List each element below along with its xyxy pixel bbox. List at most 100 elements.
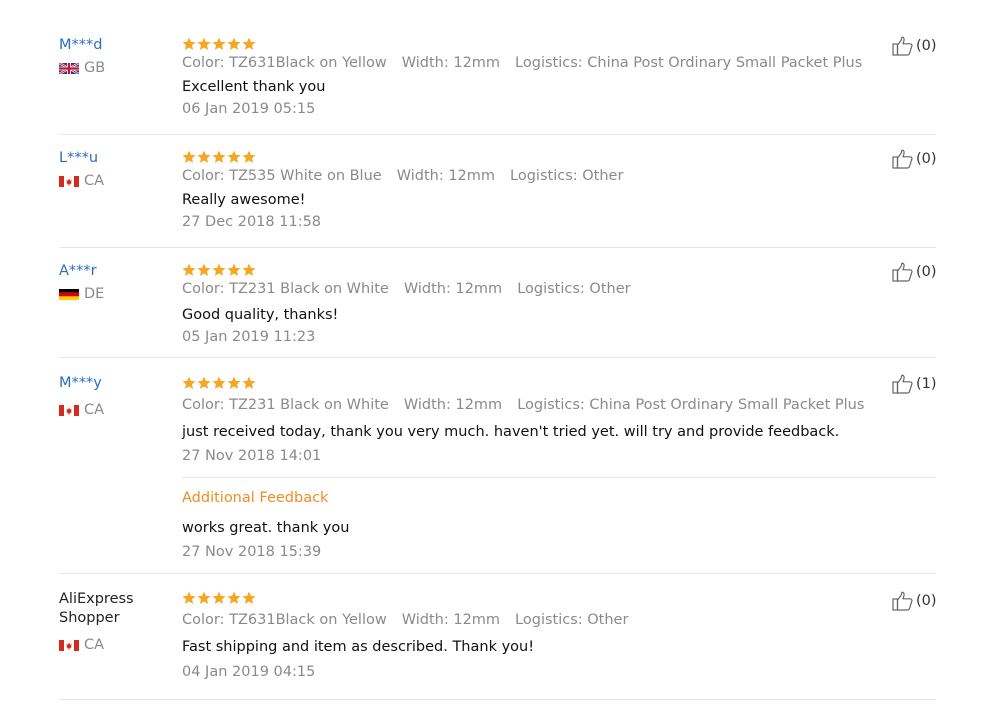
review-content: Fast shipping and item as described. Tha… bbox=[182, 639, 535, 655]
review-date: 06 Jan 2019 05:15 bbox=[182, 101, 316, 117]
helpful-count: (0) bbox=[916, 264, 937, 280]
flag-de-icon bbox=[59, 288, 79, 300]
attr-color: Color: TZ631Black on Yellow bbox=[182, 55, 387, 71]
star-rating bbox=[182, 263, 256, 277]
star-icon bbox=[182, 591, 196, 604]
attr-logistics: Logistics: Other bbox=[510, 168, 624, 184]
star-icon bbox=[227, 591, 241, 604]
review-content: Excellent thank you bbox=[182, 79, 326, 95]
star-icon bbox=[197, 591, 211, 604]
star-icon bbox=[242, 150, 256, 163]
star-icon bbox=[182, 376, 196, 389]
star-rating bbox=[182, 591, 256, 605]
star-icon bbox=[242, 591, 256, 604]
star-icon bbox=[242, 263, 256, 276]
thumbs-up-icon bbox=[892, 374, 913, 394]
buyer-name[interactable]: M***d bbox=[59, 36, 169, 55]
attr-logistics: Logistics: Other bbox=[515, 612, 629, 628]
helpful-button[interactable]: (0) bbox=[892, 149, 937, 169]
product-attributes: Color: TZ631Black on Yellow Width: 12mm Lo… bbox=[182, 612, 643, 628]
star-icon bbox=[242, 37, 256, 50]
star-icon bbox=[182, 150, 196, 163]
flag-ca-icon bbox=[59, 639, 79, 651]
star-icon bbox=[182, 263, 196, 276]
star-icon bbox=[212, 376, 226, 389]
attr-color: Color: TZ231 Black on White bbox=[182, 281, 389, 297]
buyer-country: CA bbox=[59, 402, 104, 418]
product-attributes: Color: TZ231 Black on White Width: 12mm Lo… bbox=[182, 281, 646, 297]
attr-color: Color: TZ231 Black on White bbox=[182, 397, 389, 413]
thumbs-up-icon bbox=[892, 591, 913, 611]
divider bbox=[59, 573, 936, 574]
attr-width: Width: 12mm bbox=[403, 397, 503, 413]
star-icon bbox=[227, 263, 241, 276]
country-code: CA bbox=[84, 637, 105, 653]
helpful-count: (0) bbox=[916, 151, 937, 167]
star-icon bbox=[242, 376, 256, 389]
thumbs-up-icon bbox=[892, 36, 913, 56]
country-code: CA bbox=[84, 402, 105, 418]
divider bbox=[59, 247, 936, 248]
helpful-button[interactable]: (0) bbox=[892, 36, 937, 56]
buyer-name: AliExpress Shopper bbox=[59, 591, 134, 626]
review-date: 04 Jan 2019 04:15 bbox=[182, 664, 316, 680]
helpful-button[interactable]: (0) bbox=[892, 262, 937, 282]
star-icon bbox=[212, 37, 226, 50]
flag-gb-icon bbox=[59, 62, 79, 74]
helpful-count: (0) bbox=[916, 593, 937, 609]
attr-logistics: Logistics: Other bbox=[517, 281, 631, 297]
divider bbox=[182, 477, 936, 478]
attr-width: Width: 12mm bbox=[401, 612, 501, 628]
star-icon bbox=[212, 263, 226, 276]
product-attributes: Color: TZ631Black on Yellow Width: 12mm Lo… bbox=[182, 55, 877, 71]
star-icon bbox=[197, 376, 211, 389]
review-content: just received today, thank you very much… bbox=[182, 424, 840, 440]
helpful-button[interactable]: (0) bbox=[892, 591, 937, 611]
additional-feedback-content: works great. thank you bbox=[182, 520, 350, 536]
buyer-country: DE bbox=[59, 286, 104, 302]
star-icon bbox=[227, 37, 241, 50]
star-rating bbox=[182, 376, 256, 390]
flag-ca-icon bbox=[59, 404, 79, 416]
product-attributes: Color: TZ535 White on Blue Width: 12mm Log… bbox=[182, 168, 638, 184]
divider bbox=[59, 134, 936, 135]
product-attributes: Color: TZ231 Black on White Width: 12mm Lo… bbox=[182, 397, 879, 413]
star-icon bbox=[212, 150, 226, 163]
additional-feedback-date: 27 Nov 2018 15:39 bbox=[182, 544, 322, 560]
buyer-name[interactable]: A***r bbox=[59, 262, 169, 281]
buyer-country: CA bbox=[59, 173, 104, 189]
review-content: Really awesome! bbox=[182, 192, 306, 208]
star-icon bbox=[227, 150, 241, 163]
country-code: CA bbox=[84, 173, 105, 189]
review-date: 05 Jan 2019 11:23 bbox=[182, 329, 316, 345]
attr-width: Width: 12mm bbox=[401, 55, 501, 71]
attr-logistics: Logistics: China Post Ordinary Small Pac… bbox=[515, 55, 863, 71]
review-date: 27 Nov 2018 14:01 bbox=[182, 448, 322, 464]
star-icon bbox=[182, 37, 196, 50]
attr-width: Width: 12mm bbox=[396, 168, 496, 184]
star-icon bbox=[197, 263, 211, 276]
buyer-country: CA bbox=[59, 637, 104, 653]
country-code: GB bbox=[84, 60, 106, 76]
divider bbox=[59, 699, 936, 700]
buyer-name[interactable]: M***y bbox=[59, 374, 169, 393]
attr-logistics: Logistics: China Post Ordinary Small Pac… bbox=[517, 397, 865, 413]
helpful-count: (1) bbox=[916, 376, 937, 392]
thumbs-up-icon bbox=[892, 262, 913, 282]
review-content: Good quality, thanks! bbox=[182, 307, 339, 323]
star-icon bbox=[197, 150, 211, 163]
buyer-name[interactable]: L***u bbox=[59, 149, 169, 168]
review-date: 27 Dec 2018 11:58 bbox=[182, 214, 322, 230]
star-icon bbox=[227, 376, 241, 389]
thumbs-up-icon bbox=[892, 149, 913, 169]
attr-color: Color: TZ535 White on Blue bbox=[182, 168, 382, 184]
helpful-button[interactable]: (1) bbox=[892, 374, 937, 394]
flag-ca-icon bbox=[59, 175, 79, 187]
buyer-country: GB bbox=[59, 60, 105, 76]
star-icon bbox=[197, 37, 211, 50]
helpful-count: (0) bbox=[916, 38, 937, 54]
additional-feedback-label: Additional Feedback bbox=[182, 490, 329, 506]
country-code: DE bbox=[84, 286, 105, 302]
divider bbox=[59, 357, 936, 358]
attr-color: Color: TZ631Black on Yellow bbox=[182, 612, 387, 628]
